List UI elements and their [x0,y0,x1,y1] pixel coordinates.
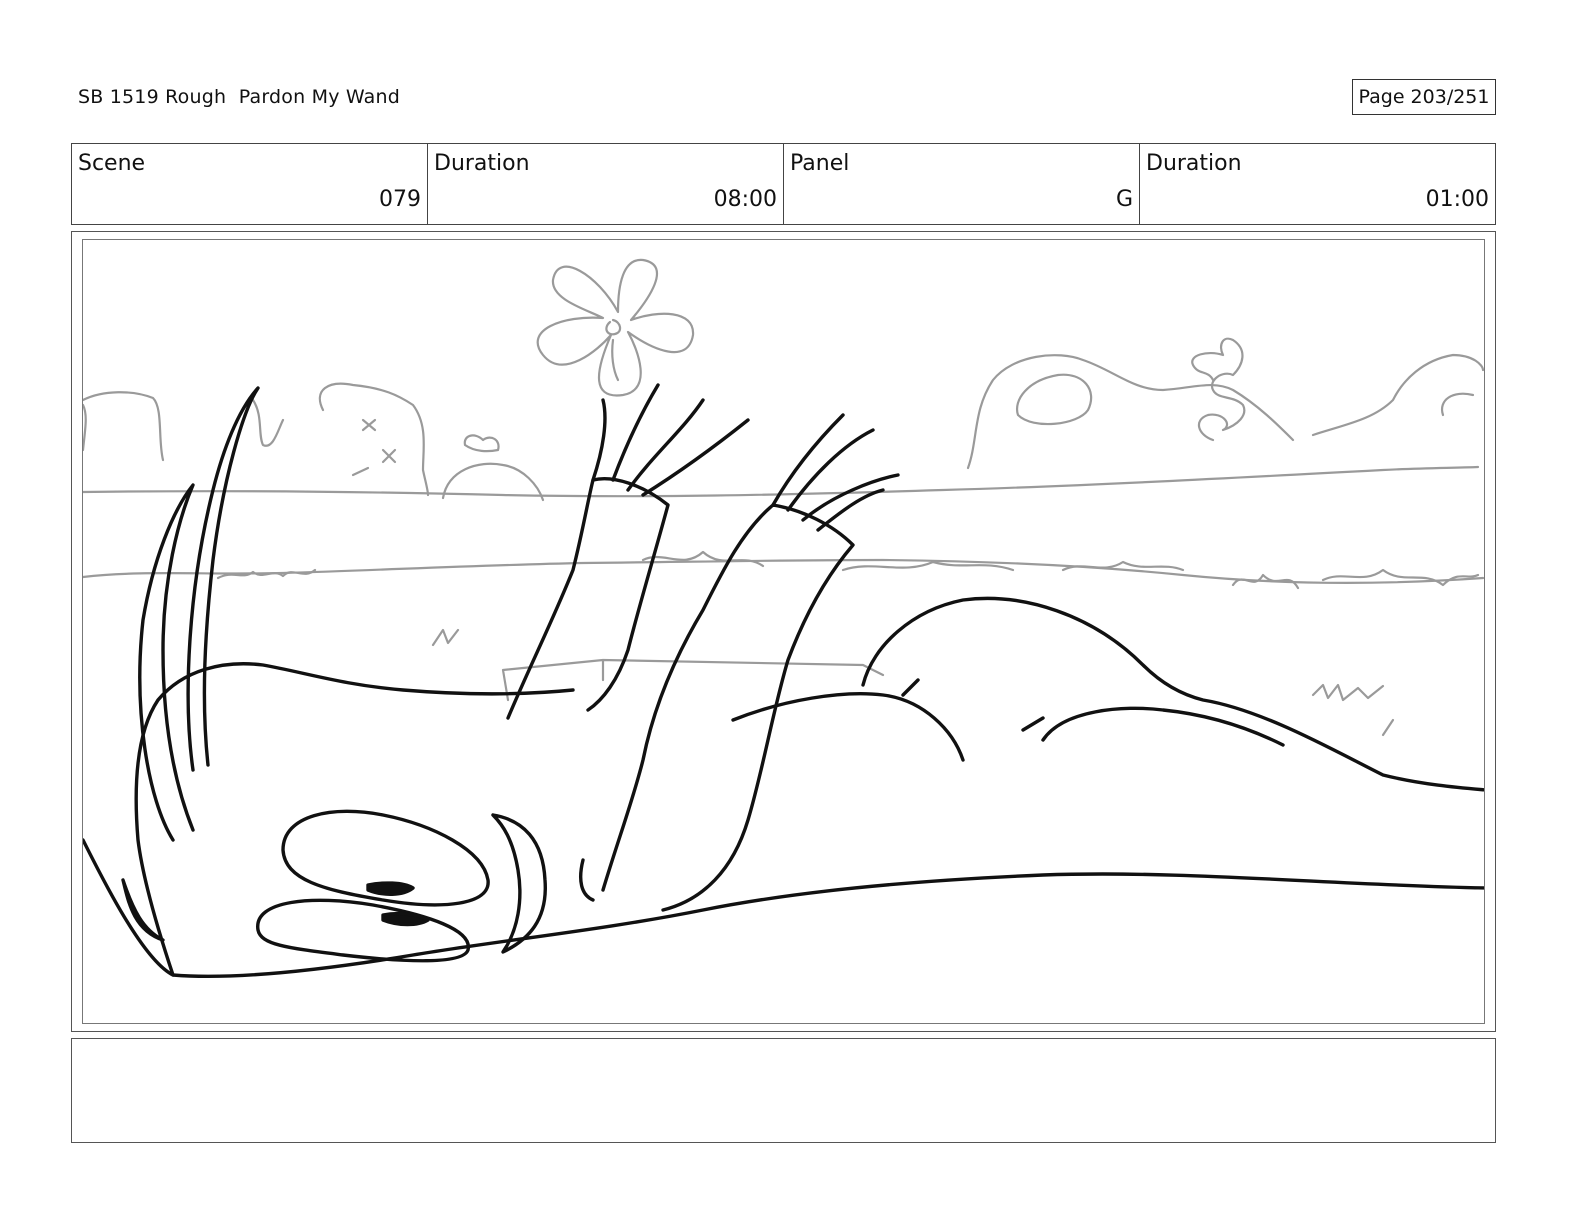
character-rear [861,596,1484,792]
scene-duration-label: Duration [434,151,530,176]
background-sketch [83,258,1484,737]
panel-label: Panel [790,151,850,176]
panel-notes-box [71,1038,1496,1143]
panel-value: G [1115,187,1133,212]
character-sketch [83,383,1484,978]
panel-duration-cell: Duration 01:00 [1140,144,1495,224]
panel-duration-value: 01:00 [1425,187,1489,212]
scene-label: Scene [78,151,146,176]
coral [1191,337,1246,442]
panel-duration-label: Duration [1146,151,1242,176]
character-body [83,838,1484,978]
storyboard-sketch [83,258,1484,978]
scene-value: 079 [379,187,421,212]
storyboard-panel [82,239,1485,1024]
page-number-badge: Page 203/251 [1352,79,1496,115]
panel-cell: Panel G [784,144,1140,224]
document-title: SB 1519 Rough Pardon My Wand [78,86,401,108]
right-leg [601,503,855,912]
scene-duration-cell: Duration 08:00 [428,144,784,224]
scene-info-table: Scene 079 Duration 08:00 Panel G Duratio… [71,143,1496,225]
panel-frame [71,231,1496,1032]
scene-duration-value: 08:00 [713,187,777,212]
left-leg [506,477,670,720]
left-antenna [186,386,260,772]
scene-cell: Scene 079 [72,144,428,224]
